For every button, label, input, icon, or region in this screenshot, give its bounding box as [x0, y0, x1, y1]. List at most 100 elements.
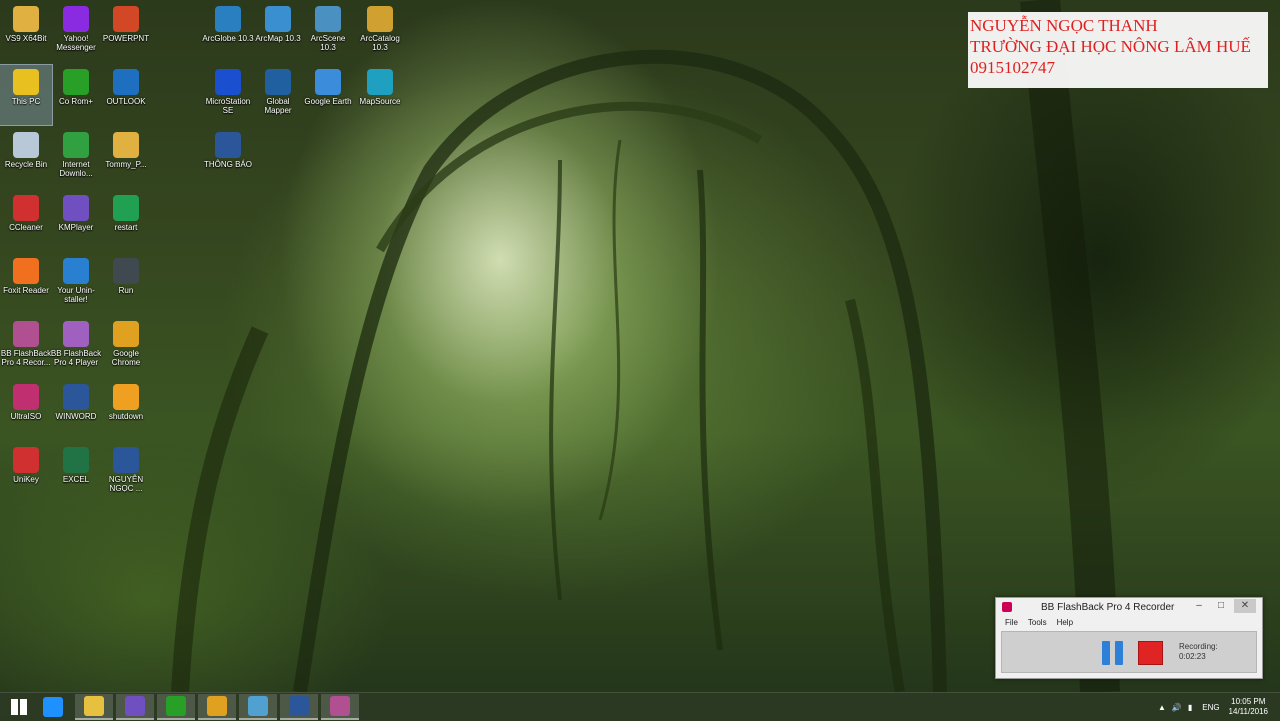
desktop-icon-label: BB FlashBack Pro 4 Player [50, 349, 102, 367]
desktop-icon[interactable]: NGUYỄN NGỌC ... [100, 443, 152, 503]
note-name: NGUYỄN NGỌC THANH [970, 16, 1158, 35]
desktop-icon-label: UltraISO [10, 412, 42, 421]
recorder-title-bar[interactable]: BB FlashBack Pro 4 Recorder – □ ✕ [996, 598, 1262, 616]
desktop-icon[interactable]: POWERPNT [100, 2, 152, 62]
desktop-icon[interactable]: Global Mapper [252, 65, 304, 125]
foxit-icon [13, 258, 39, 284]
desktop-icon[interactable]: MicroStation SE [202, 65, 254, 125]
global-mapper-icon [265, 69, 291, 95]
desktop-icon[interactable]: VS9 X64Bit [0, 2, 52, 62]
taskbar-app[interactable] [280, 694, 318, 720]
recorder-controls: Recording: 0:02:23 [1001, 631, 1257, 673]
pause-button[interactable] [1102, 641, 1124, 665]
note-phone: 0915102747 [970, 58, 1055, 77]
taskbar-app[interactable] [239, 694, 277, 720]
volume-icon[interactable]: 🔊 [1172, 703, 1182, 712]
desktop-icon[interactable]: Foxit Reader [0, 254, 52, 314]
recorder-title: BB FlashBack Pro 4 Recorder [1041, 602, 1175, 613]
desktop-icon[interactable]: Google Chrome [100, 317, 152, 377]
desktop-icon-label: shutdown [108, 412, 144, 421]
arcglobe-icon [215, 6, 241, 32]
desktop-icon[interactable]: UltraISO [0, 380, 52, 440]
desktop-icon[interactable]: restart [100, 191, 152, 251]
network-icon[interactable]: ▮ [1188, 703, 1192, 712]
stop-button[interactable] [1138, 641, 1163, 665]
desktop-icon-label: VS9 X64Bit [5, 34, 47, 43]
clock-date: 14/11/2016 [1228, 707, 1268, 716]
taskbar-app[interactable] [321, 694, 359, 720]
desktop-icon-label: Yahoo! Messenger [56, 34, 96, 52]
minimize-button[interactable]: – [1188, 599, 1210, 613]
start-button[interactable] [0, 694, 38, 720]
desktop-icon[interactable]: ArcScene 10.3 [302, 2, 354, 62]
desktop-icon[interactable]: EXCEL [50, 443, 102, 503]
desktop-icon-label: CCleaner [9, 223, 43, 232]
word-doc-icon [215, 132, 241, 158]
mapsource-icon [367, 69, 393, 95]
taskbar-app[interactable] [198, 694, 236, 720]
desktop-icon[interactable]: Internet Downlo... [50, 128, 102, 188]
recorder-menu-bar: File Tools Help [996, 616, 1262, 630]
desktop-icon[interactable]: UniKey [0, 443, 52, 503]
desktop-icon-label: Global Mapper [264, 97, 292, 115]
desktop-icon[interactable]: Your Unin-staller! [50, 254, 102, 314]
excel-icon [63, 447, 89, 473]
tray-overflow-icon[interactable]: ▲ [1158, 703, 1166, 712]
restart-icon [113, 195, 139, 221]
internet-explorer-icon [43, 697, 63, 717]
bb-player-icon [63, 321, 89, 347]
desktop-icon[interactable]: OUTLOOK [100, 65, 152, 125]
desktop-icon[interactable]: Run [100, 254, 152, 314]
uninstaller-icon [63, 258, 89, 284]
clock[interactable]: 10:05 PM 14/11/2016 [1229, 697, 1268, 717]
desktop-icon-label: ArcMap 10.3 [255, 34, 301, 43]
maximize-button[interactable]: □ [1210, 599, 1232, 613]
bb-flashback-recorder-window[interactable]: BB FlashBack Pro 4 Recorder – □ ✕ File T… [995, 597, 1263, 679]
menu-file[interactable]: File [1005, 616, 1018, 630]
taskbar-app[interactable] [75, 694, 113, 720]
language-indicator[interactable]: ENG [1202, 703, 1219, 712]
menu-tools[interactable]: Tools [1028, 616, 1047, 630]
taskbar-app[interactable] [116, 694, 154, 720]
desktop-icon[interactable]: BB FlashBack Pro 4 Recor... [0, 317, 52, 377]
kmplayer-icon [125, 696, 145, 716]
coccoc-icon [166, 696, 186, 716]
desktop-icon[interactable]: Co Rom+ [50, 65, 102, 125]
desktop-icon-label: WINWORD [55, 412, 97, 421]
note-school: TRƯỜNG ĐẠI HỌC NÔNG LÂM HUẾ [970, 37, 1251, 56]
desktop-icon[interactable]: ArcGlobe 10.3 [202, 2, 254, 62]
desktop-icon-label: Co Rom+ [58, 97, 93, 106]
desktop-icon[interactable]: Tommy_P... [100, 128, 152, 188]
desktop-icon[interactable]: ArcMap 10.3 [252, 2, 304, 62]
folder-icon [13, 6, 39, 32]
outlook-icon [113, 69, 139, 95]
close-button[interactable]: ✕ [1234, 599, 1256, 613]
desktop-icon[interactable]: THÔNG BÁO [202, 128, 254, 188]
menu-help[interactable]: Help [1057, 616, 1073, 630]
desktop-icon-label: THÔNG BÁO [203, 160, 252, 169]
arcscene-icon [315, 6, 341, 32]
desktop-icon[interactable]: KMPlayer [50, 191, 102, 251]
desktop-icon[interactable]: MapSource [354, 65, 406, 125]
desktop-icon[interactable]: This PC [0, 64, 53, 126]
word-icon [289, 696, 309, 716]
desktop-icon[interactable]: Yahoo! Messenger [50, 2, 102, 62]
taskbar-app[interactable] [34, 694, 72, 720]
desktop-icon[interactable]: Google Earth [302, 65, 354, 125]
desktop-icon-label: NGUYỄN NGỌC ... [108, 475, 144, 493]
desktop-icon[interactable]: BB FlashBack Pro 4 Player [50, 317, 102, 377]
google-earth-icon [315, 69, 341, 95]
desktop-icon[interactable]: Recycle Bin [0, 128, 52, 188]
desktop-icon[interactable]: ArcCatalog 10.3 [354, 2, 406, 62]
desktop-icon[interactable]: WINWORD [50, 380, 102, 440]
desktop-icon-label: ArcScene 10.3 [310, 34, 346, 52]
arccatalog-icon [367, 6, 393, 32]
desktop-icon-label: Foxit Reader [3, 286, 49, 295]
desktop-icon[interactable]: shutdown [100, 380, 152, 440]
taskbar-app[interactable] [157, 694, 195, 720]
powerpoint-icon [113, 6, 139, 32]
arcmap-icon [265, 6, 291, 32]
run-icon [113, 258, 139, 284]
word-doc-icon [113, 447, 139, 473]
desktop-icon[interactable]: CCleaner [0, 191, 52, 251]
